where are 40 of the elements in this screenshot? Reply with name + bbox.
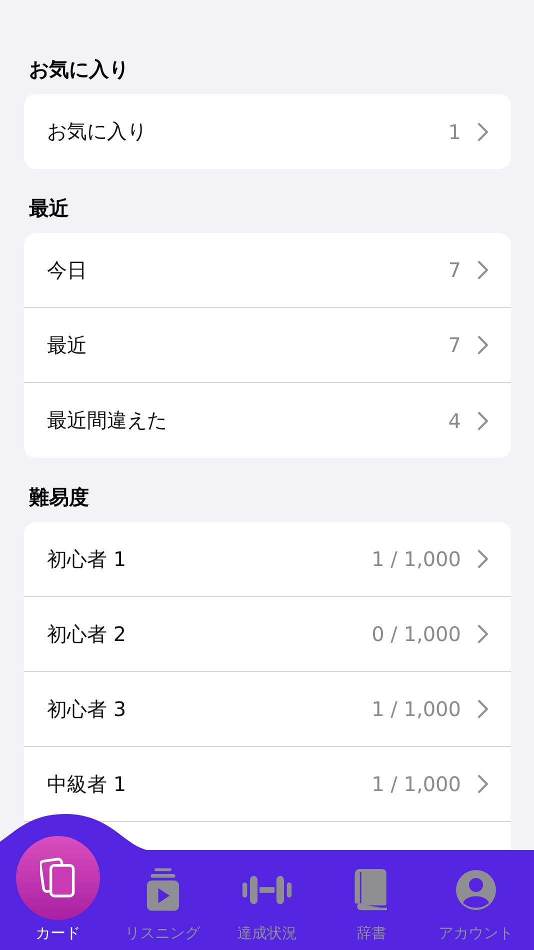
tab[interactable]: カード (6, 832, 110, 950)
section-title: 難易度 (29, 484, 90, 510)
row-count: 7 (448, 258, 461, 282)
chevron-icon (477, 122, 489, 142)
list-row[interactable]: 最近 7 (24, 308, 511, 383)
list-row[interactable]: 最近間違えた 4 (24, 383, 511, 458)
book-icon (354, 869, 388, 911)
row-count: 0 / 1,000 (372, 622, 461, 646)
section-title: お気に入り (29, 56, 130, 82)
chevron-icon (477, 699, 489, 719)
chevron-icon (477, 335, 489, 355)
row-label: 初心者 3 (47, 696, 128, 722)
row-label: お気に入り (47, 118, 148, 145)
chevron-icon (477, 260, 489, 280)
list-row[interactable]: 今日 7 (24, 233, 511, 308)
chevron-icon (477, 410, 489, 430)
row-label: 中級者 1 (47, 770, 128, 798)
chevron-icon (477, 774, 489, 794)
list-row[interactable]: 初心者 3 1 / 1,000 (24, 672, 511, 747)
account-icon (456, 870, 496, 910)
list-row[interactable]: 初心者 2 0 / 1,000 (24, 597, 511, 672)
row-count: 7 (448, 333, 461, 357)
row-label: 初心者 2 (47, 620, 128, 648)
chevron-icon (477, 549, 489, 569)
row-label: 最近 (47, 332, 88, 358)
row-count: 1 / 1,000 (372, 697, 461, 721)
list-row[interactable]: お気に入り 1 (24, 94, 511, 169)
dumbbell-icon (242, 873, 292, 907)
row-count: 1 / 1,000 (372, 547, 461, 571)
row-label: 最近間違えた (47, 407, 168, 434)
row-count: 1 / 1,000 (372, 772, 461, 796)
play-stack-icon (146, 868, 180, 912)
row-count: 4 (448, 408, 461, 432)
section-title: 最近 (29, 195, 70, 221)
row-label: 初心者 1 (47, 546, 128, 572)
row-label: 今日 (47, 256, 88, 284)
list-row[interactable]: 初心者 1 1 / 1,000 (24, 522, 511, 597)
chevron-icon (477, 624, 489, 644)
row-count: 1 (448, 120, 461, 144)
cards-icon (40, 857, 76, 899)
